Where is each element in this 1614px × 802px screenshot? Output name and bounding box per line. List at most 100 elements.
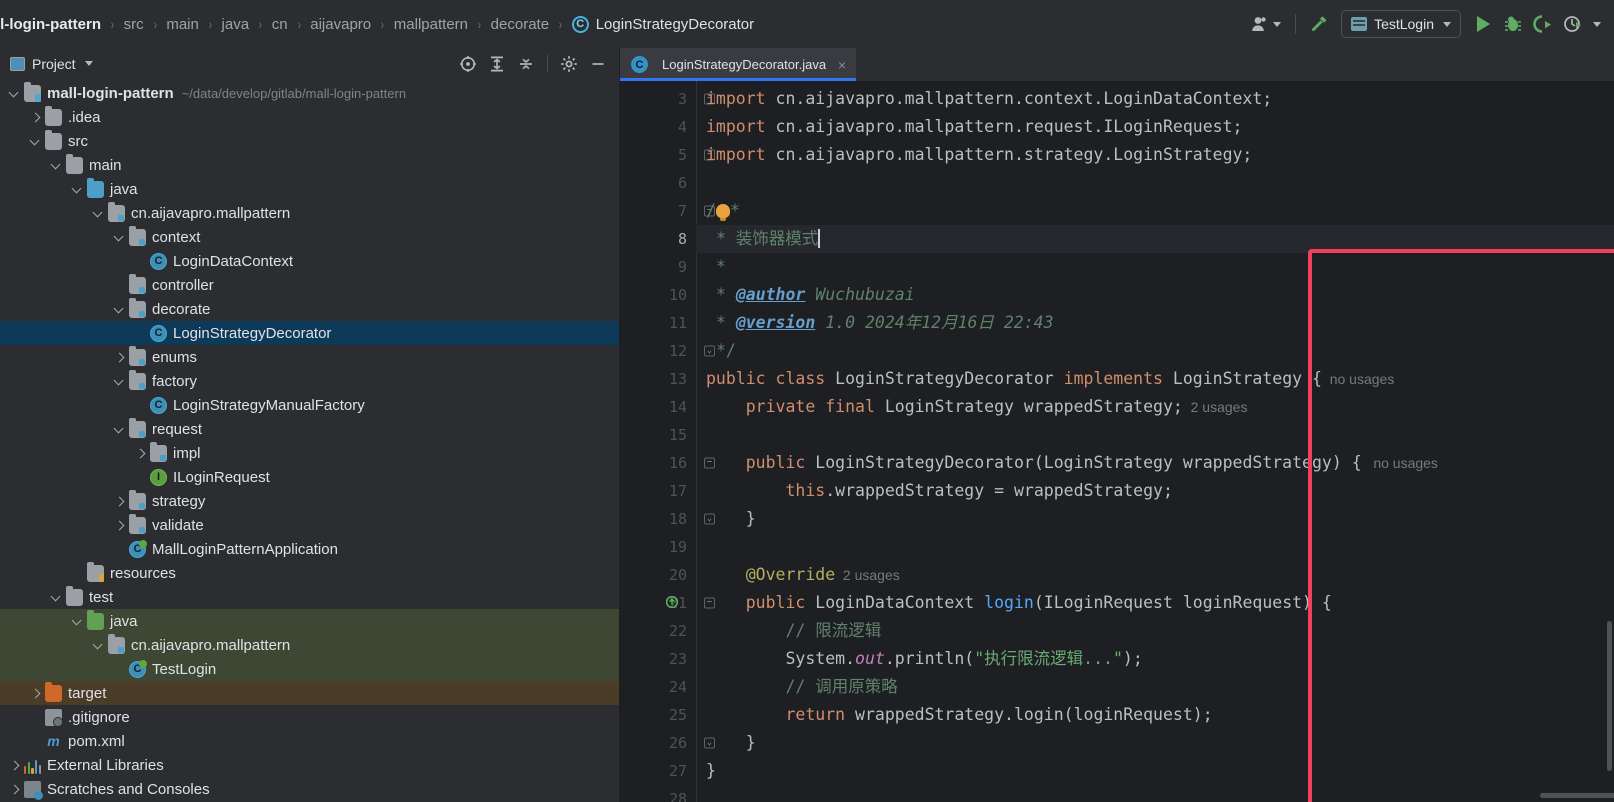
override-method-icon[interactable] [665,589,679,617]
code-line-24[interactable]: // 调用原策略 [696,673,1614,701]
code-line-12[interactable]: */ [696,337,1614,365]
chevron-right-icon[interactable] [29,111,42,124]
line-number-25[interactable]: 25 [620,701,696,729]
line-number-14[interactable]: 14 [620,393,696,421]
code-area[interactable]: 3−4 5−6 7−8 9 10 11 12 ⌄ 13 14 15 16−17 18 ⌄ 19 20 21−22… [620,81,1614,802]
line-number-10[interactable]: 10 [620,281,696,309]
chevron-down-icon[interactable] [8,87,21,100]
code-line-26[interactable]: } [696,729,1614,757]
chevron-right-icon[interactable] [113,351,126,364]
chevron-down-icon[interactable] [113,231,126,244]
breadcrumb-item-1[interactable]: src [124,16,144,33]
chevron-down-icon[interactable] [71,183,84,196]
line-number-24[interactable]: 24 [620,673,696,701]
tree-item-validate[interactable]: validate [0,513,619,537]
hammer-icon[interactable] [1304,9,1334,39]
code-line-21[interactable]: public LoginDataContext login(ILoginRequ… [696,589,1614,617]
code-line-6[interactable] [696,169,1614,197]
line-number-12[interactable]: 12 ⌄ [620,337,715,365]
line-number-gutter[interactable]: 3−4 5−6 7−8 9 10 11 12 ⌄ 13 14 15 16−17 18 ⌄ 19 20 21−22… [620,81,715,802]
tree-item-external-libraries[interactable]: External Libraries [0,753,619,777]
chevron-right-icon[interactable] [8,783,21,796]
line-number-20[interactable]: 20 [620,561,696,589]
code-line-20[interactable]: @Override 2 usages [696,561,1614,589]
line-number-19[interactable]: 19 [620,533,696,561]
close-icon[interactable]: × [838,57,846,73]
chevron-down-icon[interactable] [92,207,105,220]
line-number-28[interactable]: 28 [620,785,696,802]
tree-item-testlogin[interactable]: C TestLogin [0,657,619,681]
locate-icon[interactable] [455,51,481,77]
code-line-14[interactable]: private final LoginStrategy wrappedStrat… [696,393,1614,421]
tree-item-cn-aijavapro-mallpattern[interactable]: cn.aijavapro.mallpattern [0,201,619,225]
line-number-8[interactable]: 8 [620,225,696,253]
more-actions-chevron-icon[interactable] [1588,9,1604,39]
collapse-all-icon[interactable] [513,51,539,77]
project-tree[interactable]: mall-login-pattern ~/data/develop/gitlab/… [0,79,619,802]
code-line-4[interactable]: import cn.aijavapro.mallpattern.request.… [696,113,1614,141]
editor-tab-loginstrategydecorator[interactable]: C LoginStrategyDecorator.java × [620,48,857,81]
minimize-icon[interactable] [585,51,611,77]
profiler-icon[interactable] [1558,9,1588,39]
breadcrumb-item-7[interactable]: decorate [491,16,549,33]
line-number-23[interactable]: 23 [620,645,696,673]
code-line-9[interactable]: * [696,253,1614,281]
run-configuration-selector[interactable]: TestLogin [1341,10,1461,38]
code-line-15[interactable] [696,421,1614,449]
tree-item--idea[interactable]: .idea [0,105,619,129]
code-line-27[interactable]: } [696,757,1614,785]
tree-item-loginstrategymanualfactory[interactable]: C LoginStrategyManualFactory [0,393,619,417]
code-line-17[interactable]: this.wrappedStrategy = wrappedStrategy; [696,477,1614,505]
code-line-22[interactable]: // 限流逻辑 [696,617,1614,645]
code-line-16[interactable]: public LoginStrategyDecorator(LoginStrat… [696,449,1614,477]
code-line-11[interactable]: * @version 1.0 2024年12月16日 22:43 [696,309,1614,337]
tree-item-controller[interactable]: controller [0,273,619,297]
chevron-down-icon[interactable] [113,423,126,436]
tree-item-decorate[interactable]: decorate [0,297,619,321]
tree-item-iloginrequest[interactable]: I ILoginRequest [0,465,619,489]
tree-item-mallloginpatternapplication[interactable]: C MallLoginPatternApplication [0,537,619,561]
tree-item-strategy[interactable]: strategy [0,489,619,513]
tree-item-impl[interactable]: impl [0,441,619,465]
line-number-3[interactable]: 3− [620,85,715,113]
tree-item-context[interactable]: context [0,225,619,249]
line-number-9[interactable]: 9 [620,253,696,281]
horizontal-scrollbar-thumb[interactable] [1540,793,1614,798]
tree-item--gitignore[interactable]: .gitignore [0,705,619,729]
breadcrumb-leaf[interactable]: LoginStrategyDecorator [596,16,754,33]
tree-item-logindatacontext[interactable]: C LoginDataContext [0,249,619,273]
breadcrumb-item-4[interactable]: cn [272,16,288,33]
tree-item-java[interactable]: java [0,609,619,633]
line-number-5[interactable]: 5− [620,141,715,169]
chevron-down-icon[interactable] [92,639,105,652]
breadcrumb-item-3[interactable]: java [222,16,250,33]
line-number-6[interactable]: 6 [620,169,696,197]
chevron-down-icon[interactable] [84,61,93,66]
chevron-down-icon[interactable] [50,591,63,604]
code-line-18[interactable]: } [696,505,1614,533]
line-number-13[interactable]: 13 [620,365,696,393]
tree-item-src[interactable]: src [0,129,619,153]
tree-item-target[interactable]: target [0,681,619,705]
tree-item-enums[interactable]: enums [0,345,619,369]
breadcrumb-item-6[interactable]: mallpattern [394,16,468,33]
tree-item-scratches-and-consoles[interactable]: Scratches and Consoles [0,777,619,801]
chevron-right-icon[interactable] [113,519,126,532]
tree-item-mall-login-pattern[interactable]: mall-login-pattern ~/data/develop/gitlab/… [0,81,619,105]
tree-item-java[interactable]: java [0,177,619,201]
chevron-down-icon[interactable] [50,159,63,172]
code-line-8[interactable]: * 装饰器模式 [696,225,1614,253]
chevron-down-icon[interactable] [29,135,42,148]
line-number-17[interactable]: 17 [620,477,696,505]
vertical-scrollbar-thumb[interactable] [1607,621,1612,771]
code-line-28[interactable] [696,785,1614,802]
code-line-3[interactable]: import cn.aijavapro.mallpattern.context.… [696,85,1614,113]
line-number-15[interactable]: 15 [620,421,696,449]
tree-item-cn-aijavapro-mallpattern[interactable]: cn.aijavapro.mallpattern [0,633,619,657]
code-line-25[interactable]: return wrappedStrategy.login(loginReques… [696,701,1614,729]
debug-icon[interactable] [1498,9,1528,39]
chevron-right-icon[interactable] [113,495,126,508]
line-number-16[interactable]: 16− [620,449,715,477]
chevron-right-icon[interactable] [8,759,21,772]
code-line-10[interactable]: * @author Wuchubuzai [696,281,1614,309]
